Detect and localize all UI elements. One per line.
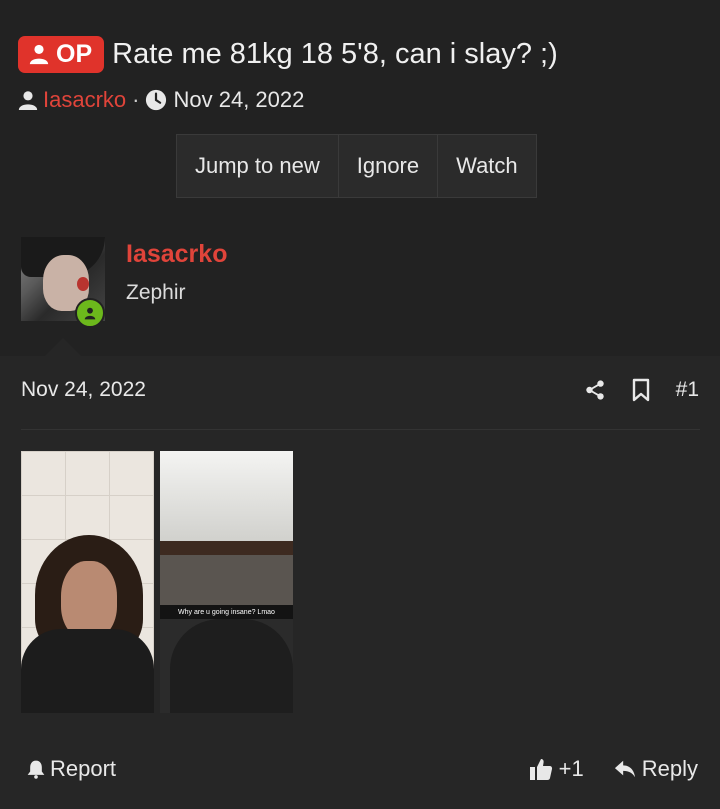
op-badge: OP [18,35,105,73]
user-icon [84,307,96,320]
reply-icon [614,760,635,778]
bell-icon [27,760,45,779]
image-face [61,561,117,639]
image-caption: Why are u going insane? Lmao [160,605,293,619]
user-icon [18,91,38,110]
thread-button-group: Jump to new Ignore Watch [176,134,537,198]
image-beam [160,541,293,555]
image-wall [160,555,293,605]
post-image-1[interactable] [21,451,154,713]
post-actions: #1 [584,376,699,404]
like-count: +1 [558,756,584,781]
meta-separator: · [132,87,140,112]
reply-label: Reply [641,756,698,781]
online-status-icon [75,298,105,328]
thread-header: OP Rate me 81kg 18 5'8, can i slay? ;) I… [0,0,720,214]
thread-author-link[interactable]: Iasacrko [43,87,126,113]
user-title: Zephir [126,281,186,304]
user-icon [29,44,49,65]
watch-button[interactable]: Watch [438,135,536,197]
post-date-link[interactable]: Nov 24, 2022 [21,378,146,402]
image-ceiling [160,451,293,546]
clock-icon [146,89,167,111]
bookmark-icon[interactable] [632,378,650,402]
op-badge-label: OP [56,39,93,68]
thread-date-link[interactable]: Nov 24, 2022 [173,87,304,113]
post-footer-actions: +1 Reply [529,755,698,783]
share-icon[interactable] [584,378,606,402]
page: OP Rate me 81kg 18 5'8, can i slay? ;) I… [0,0,720,809]
ignore-button[interactable]: Ignore [339,135,439,197]
report-link[interactable]: Report [26,755,116,783]
thread-meta: Iasacrko · Nov 24, 2022 [18,86,304,114]
post-image-2[interactable]: Why are u going insane? Lmao [160,451,293,713]
thumbs-up-icon [529,759,552,780]
jump-to-new-button[interactable]: Jump to new [177,135,339,197]
report-label: Report [50,756,117,781]
title-row: OP Rate me 81kg 18 5'8, can i slay? ;) [18,34,558,74]
thread-title: Rate me 81kg 18 5'8, can i slay? ;) [112,37,558,70]
post-username-link[interactable]: Iasacrko [126,240,227,269]
post-divider [21,429,700,430]
image-hood [170,619,293,713]
post-number-link[interactable]: #1 [676,378,699,402]
like-button[interactable]: +1 [529,756,584,782]
reply-button[interactable]: Reply [614,756,698,782]
image-hoodie [21,629,154,713]
user-block-pointer [45,338,81,356]
avatar-mouth [77,277,89,291]
post-user-block: Iasacrko Zephir [0,214,720,356]
